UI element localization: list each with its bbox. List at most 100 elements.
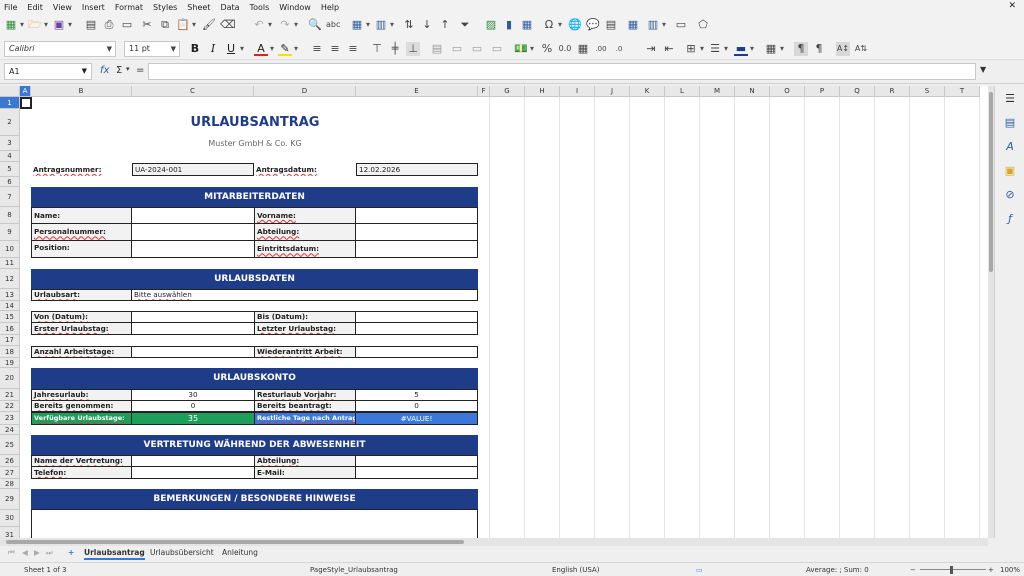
row-header-25[interactable]: 25 (0, 435, 20, 455)
redo-dropdown-icon[interactable]: ▾ (293, 18, 299, 32)
form-title[interactable]: URLAUBSANTRAG (132, 109, 378, 136)
column-header-i[interactable]: I (560, 86, 595, 97)
sheet-tab-urlaubsuebersicht[interactable]: Urlaubsübersicht (150, 548, 214, 557)
menu-tools[interactable]: Tools (250, 3, 270, 12)
row-header-9[interactable]: 9 (0, 224, 20, 241)
row-header-26[interactable]: 26 (0, 455, 20, 467)
section-bemerkungen[interactable]: BEMERKUNGEN / BESONDERE HINWEISE (31, 489, 478, 510)
wiederantritt-label[interactable]: Wiederantritt Arbeit: (254, 346, 356, 358)
sort-icon[interactable]: ⇅ (402, 18, 416, 32)
row-header-29[interactable]: 29 (0, 489, 20, 510)
select-all-corner[interactable] (0, 86, 20, 97)
row-header-31[interactable]: 31 (0, 527, 20, 538)
name-label[interactable]: Name: (31, 207, 132, 224)
font-color-dropdown-icon[interactable]: ▾ (269, 42, 275, 56)
row-header-2[interactable]: 2 (0, 109, 20, 136)
erster-urlaubstag-value[interactable] (131, 322, 255, 335)
functions-icon[interactable]: ƒ (1003, 212, 1017, 226)
insert-image-icon[interactable]: ▨ (484, 18, 498, 32)
find-replace-icon[interactable]: 🔍 (308, 18, 322, 32)
row-header-14[interactable]: 14 (0, 301, 20, 311)
section-urlaubskonto[interactable]: URLAUBSKONTO (31, 368, 478, 389)
center-vertically-icon[interactable]: ╪ (388, 42, 402, 56)
border-style-icon[interactable]: ☰ (708, 42, 722, 56)
abteilung-label[interactable]: Abteilung: (254, 223, 356, 241)
borders-icon[interactable]: ⊞ (684, 42, 698, 56)
eintrittsdatum-value[interactable] (355, 240, 478, 258)
font-name-dropdown-icon[interactable]: ▼ (107, 42, 112, 56)
select-function-icon[interactable]: Σ (116, 65, 122, 76)
sheet-tab-anleitung[interactable]: Anleitung (222, 548, 258, 557)
hyperlink-icon[interactable]: 🌐 (568, 18, 582, 32)
row-header-7[interactable]: 7 (0, 187, 20, 207)
conditional-format-icon[interactable]: ▦ (764, 42, 778, 56)
delete-decimal-icon[interactable]: .0 (612, 42, 626, 56)
zoom-level[interactable]: 100% (1000, 566, 1020, 574)
align-bottom-icon[interactable]: ⊥ (406, 42, 420, 56)
expand-formula-bar-icon[interactable]: ▼ (980, 65, 986, 74)
column-header-m[interactable]: M (700, 86, 735, 97)
freeze-dropdown-icon[interactable]: ▾ (661, 18, 667, 32)
letzter-urlaubstag-label[interactable]: Letzter Urlaubstag: (254, 322, 356, 335)
borders-dropdown-icon[interactable]: ▾ (699, 42, 705, 56)
menu-window[interactable]: Window (279, 3, 311, 12)
column-header-k[interactable]: K (630, 86, 665, 97)
undo-dropdown-icon[interactable]: ▾ (267, 18, 273, 32)
row-header-3[interactable]: 3 (0, 136, 20, 151)
menu-view[interactable]: View (53, 3, 72, 12)
navigator-icon[interactable]: ⊘ (1003, 188, 1017, 202)
comment-icon[interactable]: 💬 (586, 18, 600, 32)
date-format-icon[interactable]: ▦ (576, 42, 590, 56)
border-color-dropdown-icon[interactable]: ▾ (749, 42, 755, 56)
save-dropdown-icon[interactable]: ▾ (67, 18, 73, 32)
paste-dropdown-icon[interactable]: ▾ (191, 18, 197, 32)
font-size-dropdown-icon[interactable]: ▼ (171, 42, 176, 56)
company-name[interactable]: Muster GmbH & Co. KG (132, 136, 378, 151)
telefon-label[interactable]: Telefon: (31, 466, 132, 479)
column-header-n[interactable]: N (735, 86, 770, 97)
column-header-l[interactable]: L (665, 86, 700, 97)
column-header-g[interactable]: G (490, 86, 525, 97)
name-box[interactable]: A1 ▼ (4, 63, 92, 80)
sort-descending-icon[interactable]: ↑ (438, 18, 452, 32)
clear-formatting-icon[interactable]: ⌫ (220, 18, 236, 32)
font-size-box[interactable]: 11 pt ▼ (124, 41, 180, 57)
verfuegbare-urlaubstage-label[interactable]: Verfügbare Urlaubstage: (31, 412, 132, 425)
column-header-a[interactable]: A (20, 86, 31, 97)
bereits-genommen-label[interactable]: Bereits genommen: (31, 400, 132, 412)
row-header-1[interactable]: 1 (0, 97, 20, 109)
erster-urlaubstag-label[interactable]: Erster Urlaubstag: (31, 322, 132, 335)
open-dropdown-icon[interactable]: ▾ (43, 18, 49, 32)
row-header-21[interactable]: 21 (0, 389, 20, 401)
show-draw-functions-icon[interactable]: ⬠ (696, 18, 710, 32)
add-sheet-icon[interactable]: + (68, 548, 74, 557)
pivot-table-icon[interactable]: ▦ (520, 18, 534, 32)
abteilung-value[interactable] (355, 223, 478, 241)
menu-help[interactable]: Help (321, 3, 339, 12)
row-header-13[interactable]: 13 (0, 289, 20, 301)
vorname-value[interactable] (355, 207, 478, 224)
add-decimal-icon[interactable]: .00 (594, 42, 608, 56)
gallery-icon[interactable]: ▣ (1003, 164, 1017, 178)
bereits-beantragt-label[interactable]: Bereits beantragt: (254, 400, 356, 412)
name-box-dropdown-icon[interactable]: ▼ (82, 64, 87, 79)
menu-format[interactable]: Format (115, 3, 143, 12)
align-left-icon[interactable]: ≡ (310, 42, 324, 56)
bereits-beantragt-value[interactable]: 0 (355, 400, 478, 412)
column-header-q[interactable]: Q (840, 86, 875, 97)
row-header-8[interactable]: 8 (0, 207, 20, 224)
conditional-format-dropdown-icon[interactable]: ▾ (779, 42, 785, 56)
menu-data[interactable]: Data (220, 3, 239, 12)
column-header-e[interactable]: E (356, 86, 478, 97)
menu-insert[interactable]: Insert (82, 3, 105, 12)
column-header-r[interactable]: R (875, 86, 910, 97)
wiederantritt-value[interactable] (355, 346, 478, 358)
page-style[interactable]: PageStyle_Urlaubsantrag (310, 566, 398, 574)
autofilter-icon[interactable]: ⏷ (458, 18, 472, 32)
wrap-text-icon[interactable]: ▤ (430, 42, 444, 56)
telefon-value[interactable] (131, 466, 255, 479)
column-header-d[interactable]: D (254, 86, 356, 97)
formula-input[interactable] (148, 63, 976, 80)
row-header-12[interactable]: 12 (0, 269, 20, 289)
decrease-indent-icon[interactable]: ⇤ (662, 42, 676, 56)
